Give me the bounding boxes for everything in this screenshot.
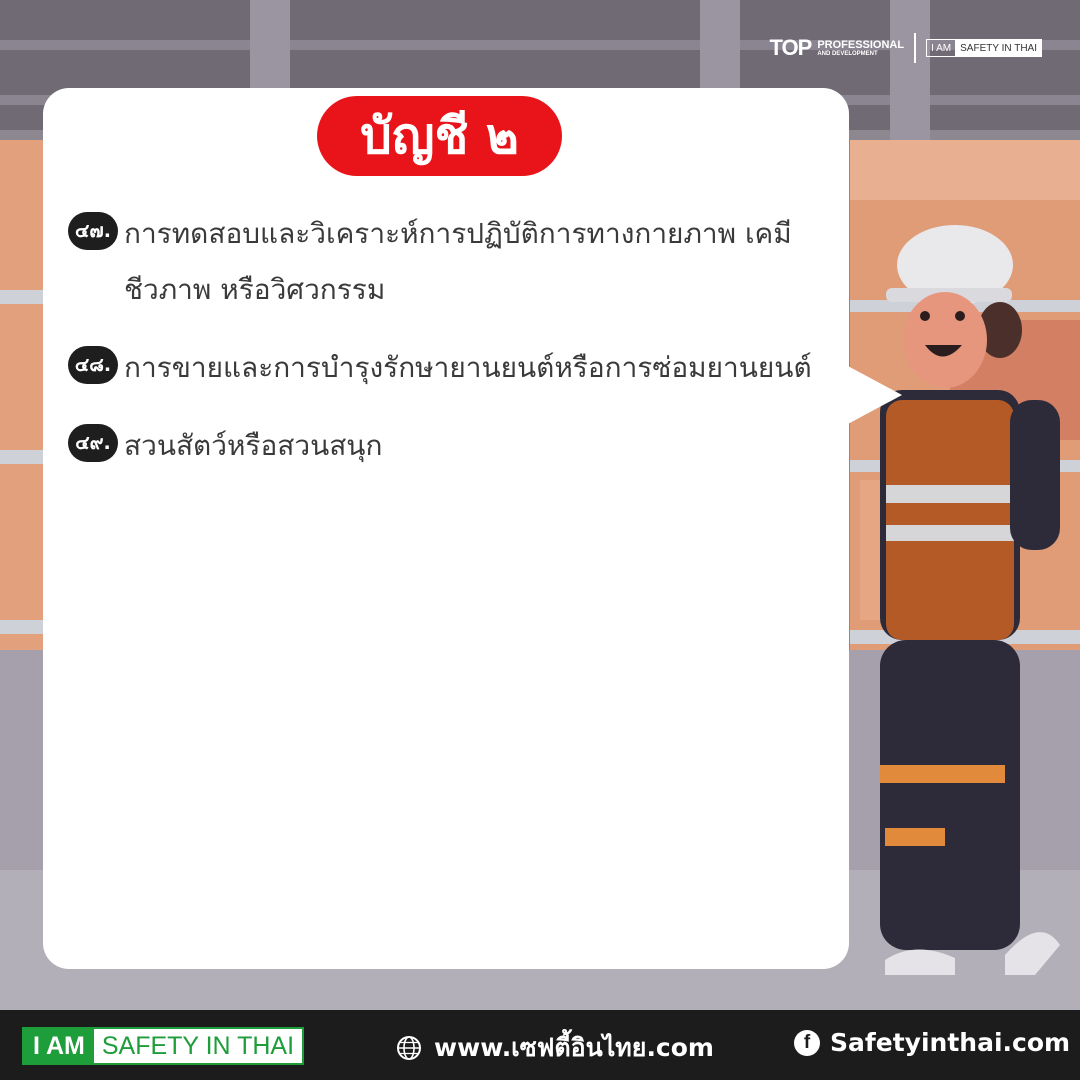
item-number-badge: ๔๘. (68, 346, 118, 384)
footer-iam-left: I AM (24, 1029, 94, 1063)
facebook-text: Safetyinthai.com (830, 1028, 1071, 1057)
item-text: การทดสอบและวิเคราะห์การปฏิบัติการทางกายภ… (124, 217, 792, 306)
logo-divider (914, 33, 917, 63)
top-logo-line1: PROFESSIONAL (817, 38, 905, 51)
page-title: บัญชี ๒ (360, 106, 519, 165)
item-text: สวนสัตว์หรือสวนสนุก (124, 429, 383, 462)
top-logo-brand: TOP (769, 35, 812, 60)
top-logo-line2: AND DEVELOPMENT (817, 50, 878, 57)
title-badge: บัญชี ๒ (317, 96, 562, 176)
website-link[interactable]: www.เซฟตี้อินไทย.com (396, 1028, 714, 1068)
footer-iam-right: SAFETY IN THAI (101, 1031, 295, 1060)
top-iam-badge: I AM SAFETY IN THAI (926, 39, 1042, 57)
footer-iam-logo: I AM SAFETY IN THAI (22, 1027, 305, 1065)
item-number-badge: ๔๗. (68, 212, 118, 250)
speech-bubble-tail (846, 365, 902, 425)
item-text: การขายและการบำรุงรักษายานยนต์หรือการซ่อม… (124, 351, 812, 384)
list-item: ๔๘. การขายและการบำรุงรักษายานยนต์หรือการ… (68, 340, 828, 396)
globe-icon (397, 1036, 421, 1060)
list-item: ๔๙. สวนสัตว์หรือสวนสนุก (68, 418, 828, 474)
top-logo-subtitle: PROFESSIONAL AND DEVELOPMENT (817, 38, 905, 57)
facebook-link[interactable]: f Safetyinthai.com (794, 1028, 1070, 1057)
top-iam-badge-right: SAFETY IN THAI (956, 40, 1041, 56)
item-number-badge: ๔๙. (68, 424, 118, 462)
top-logo: TOP PROFESSIONAL AND DEVELOPMENT I AM SA… (769, 33, 1042, 63)
list-item: ๔๗. การทดสอบและวิเคราะห์การปฏิบัติการทาง… (68, 206, 828, 318)
footer-bar: I AM SAFETY IN THAI www.เซฟตี้อินไทย.com… (0, 1010, 1080, 1080)
top-iam-badge-left: I AM (927, 40, 957, 56)
facebook-icon: f (794, 1029, 820, 1056)
item-list: ๔๗. การทดสอบและวิเคราะห์การปฏิบัติการทาง… (68, 206, 828, 496)
website-text: www.เซฟตี้อินไทย.com (434, 1033, 714, 1062)
